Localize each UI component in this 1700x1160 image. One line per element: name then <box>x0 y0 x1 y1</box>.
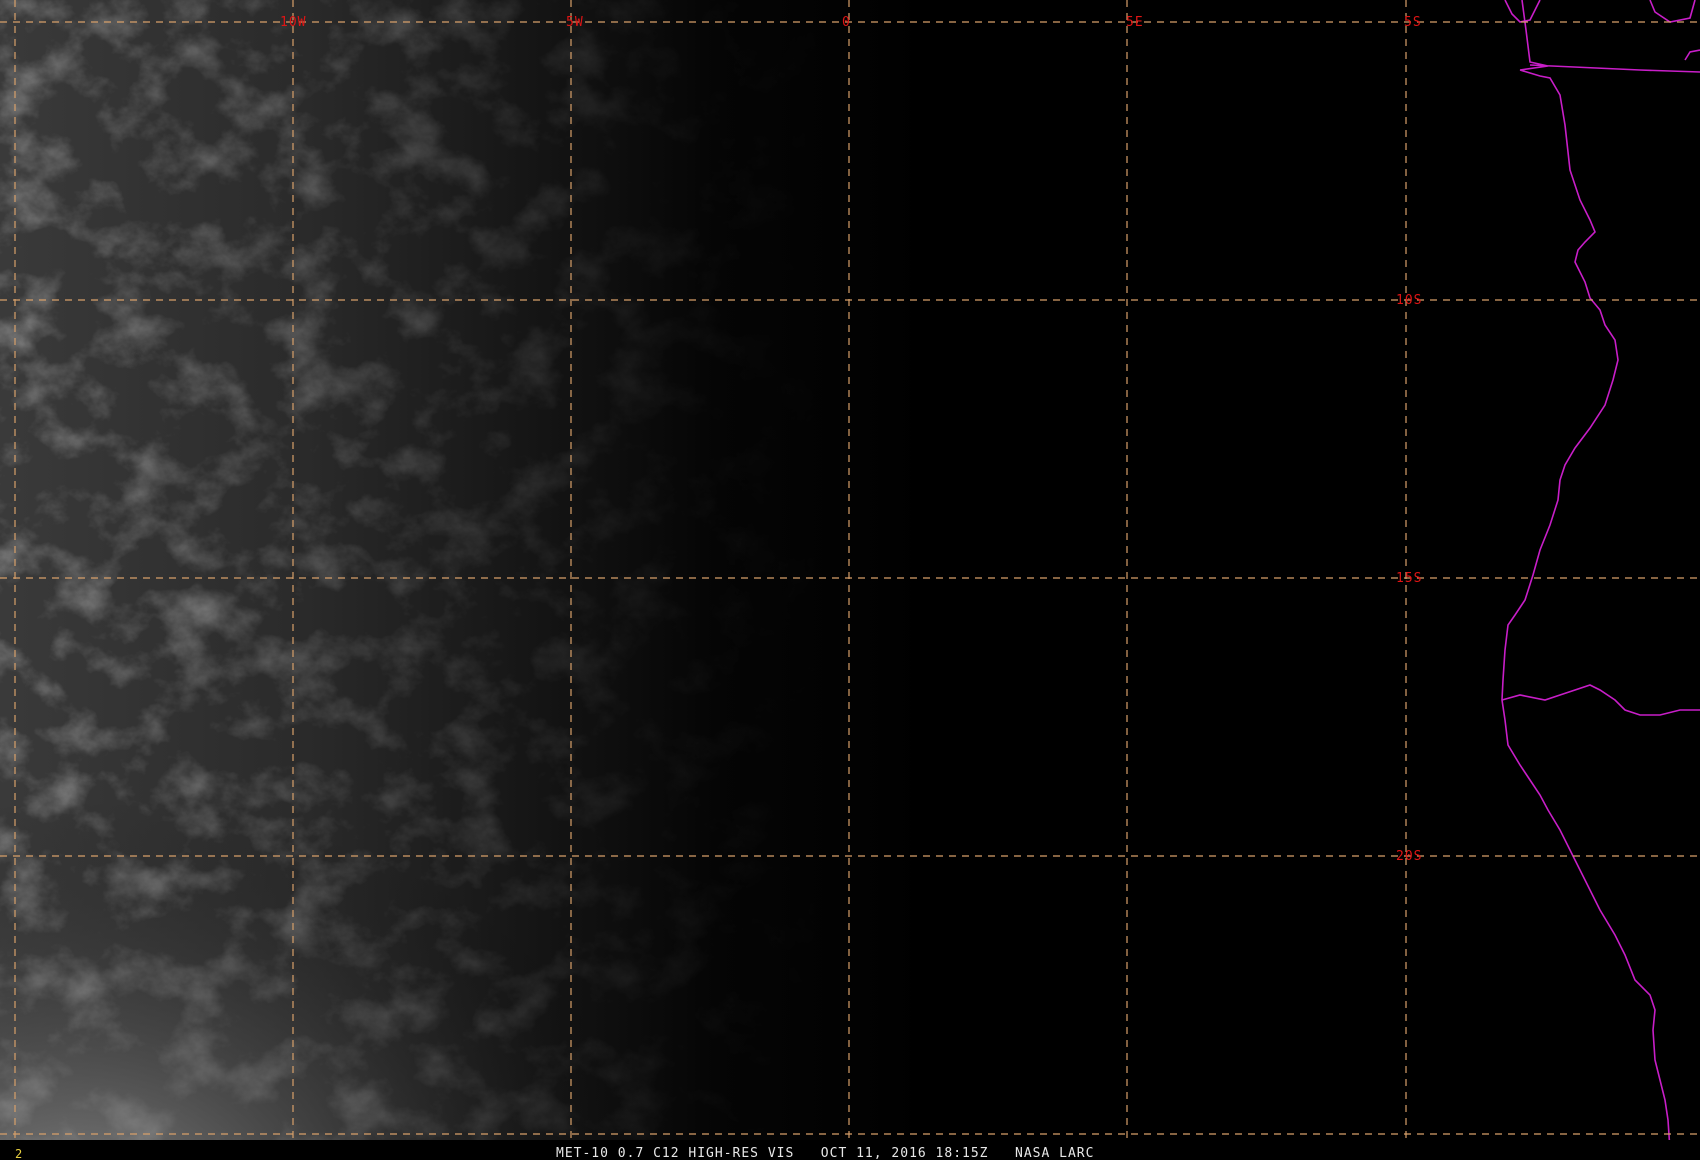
image-caption: MET-10 0.7 C12 HIGH-RES VIS OCT 11, 2016… <box>556 1146 1094 1160</box>
label-10w: 10W <box>280 15 306 30</box>
bright-cloud-region <box>0 0 1700 1140</box>
label-5e: 5E <box>1126 15 1144 30</box>
frame-number: 2 <box>15 1147 22 1160</box>
satellite-map-viewer: 10W 5W 0 5E 5S 10S 15S 20S 2 MET-10 0.7 … <box>0 0 1700 1160</box>
label-5w: 5W <box>566 15 584 30</box>
label-0: 0 <box>842 15 851 30</box>
label-10s: 10S <box>1396 293 1422 308</box>
label-5s: 5S <box>1404 15 1422 30</box>
label-20s: 20S <box>1396 849 1422 864</box>
footer-bar: 2 MET-10 0.7 C12 HIGH-RES VIS OCT 11, 20… <box>0 1140 1700 1160</box>
label-15s: 15S <box>1396 571 1422 586</box>
map-canvas: 10W 5W 0 5E 5S 10S 15S 20S 2 MET-10 0.7 … <box>0 0 1700 1160</box>
